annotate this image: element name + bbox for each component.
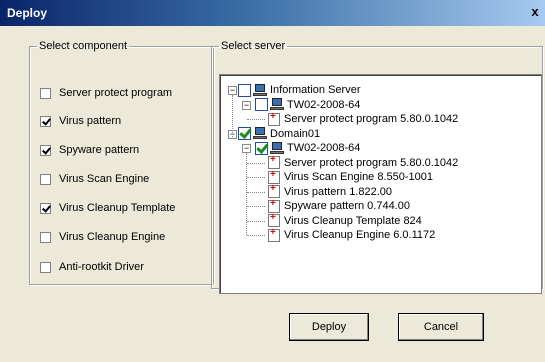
tree-collapse-icon[interactable]: − <box>228 86 237 95</box>
tree-group-node[interactable]: Domain01 <box>238 127 320 141</box>
component-item[interactable]: Server protect program <box>40 86 172 100</box>
component-file-icon <box>268 198 280 213</box>
server-tree[interactable]: − Information Server − TW02-2008-64 Server p… <box>219 74 542 294</box>
tree-checkbox[interactable] <box>238 83 251 97</box>
tree-checkbox[interactable] <box>255 98 268 111</box>
tree-component-node[interactable]: Spyware pattern 0.744.00 <box>268 198 410 213</box>
tree-connector <box>246 153 247 235</box>
component-checkbox[interactable] <box>40 261 51 273</box>
tree-component-node[interactable]: Server protect program 5.80.0.1042 <box>268 111 459 126</box>
component-label: Anti-rootkit Driver <box>59 261 144 273</box>
component-label: Virus pattern <box>59 115 122 127</box>
select-server-group: Select server − Information Server − TW02-2… <box>211 40 543 294</box>
server-group-icon <box>253 83 267 97</box>
tree-collapse-icon[interactable]: − <box>242 100 251 110</box>
tree-node-label: TW02-2008-64 <box>287 142 361 154</box>
tree-node-label: Virus Cleanup Engine 6.0.1172 <box>284 229 436 241</box>
component-checkbox[interactable] <box>40 144 51 156</box>
tree-node-label: TW02-2008-64 <box>287 98 361 111</box>
computer-icon <box>270 141 284 155</box>
tree-server-node[interactable]: TW02-2008-64 <box>255 98 360 112</box>
select-component-legend: Select component <box>39 40 128 52</box>
tree-node-label: Virus Cleanup Template 824 <box>284 214 422 227</box>
component-label: Virus Cleanup Template <box>59 202 176 214</box>
component-checkbox[interactable] <box>40 231 51 243</box>
tree-component-node[interactable]: Server protect program 5.80.0.1042 <box>268 154 459 170</box>
tree-connector <box>247 235 265 236</box>
tree-connector <box>247 206 265 207</box>
cancel-button[interactable]: Cancel <box>398 313 484 341</box>
tree-node-label: Virus pattern 1.822.00 <box>284 185 393 198</box>
component-checkbox[interactable] <box>40 87 51 99</box>
tree-connector <box>247 220 265 222</box>
tree-server-node[interactable]: TW02-2008-64 <box>255 141 360 155</box>
tree-component-node[interactable]: Virus pattern 1.822.00 <box>268 183 393 199</box>
tree-node-label: Server protect program 5.80.0.1042 <box>284 156 459 169</box>
tree-node-label: Server protect program 5.80.0.1042 <box>284 113 459 125</box>
tree-node-label: Information Server <box>270 84 361 96</box>
component-file-icon <box>268 227 280 242</box>
tree-connector <box>247 177 265 178</box>
select-server-legend: Select server <box>221 40 286 52</box>
tree-component-node[interactable]: Virus Cleanup Template 824 <box>268 212 422 228</box>
component-item[interactable]: Virus Scan Engine <box>40 172 149 186</box>
tree-collapse-icon[interactable]: − <box>242 144 251 153</box>
tree-node-label: Spyware pattern 0.744.00 <box>284 200 410 212</box>
deploy-button[interactable]: Deploy <box>289 313 369 341</box>
component-checkbox[interactable] <box>40 115 51 127</box>
component-checkbox[interactable] <box>40 173 51 185</box>
tree-checkbox[interactable] <box>238 127 251 140</box>
component-label: Virus Cleanup Engine <box>59 231 166 243</box>
component-item[interactable]: Spyware pattern <box>40 143 139 157</box>
component-file-icon <box>268 154 280 169</box>
title-bar[interactable]: Deploy x <box>0 0 545 26</box>
component-file-icon <box>268 169 280 184</box>
close-icon[interactable]: x <box>528 5 542 19</box>
component-checkbox[interactable] <box>40 202 51 214</box>
tree-connector <box>232 95 233 139</box>
component-file-icon <box>268 183 280 198</box>
tree-group-node[interactable]: Information Server <box>238 83 360 97</box>
tree-node-label: Virus Scan Engine 8.550-1001 <box>284 171 434 183</box>
component-item[interactable]: Virus pattern <box>40 114 121 128</box>
computer-icon <box>270 98 284 111</box>
component-file-icon <box>268 212 280 227</box>
component-item[interactable]: Anti-rootkit Driver <box>40 260 144 274</box>
tree-checkbox[interactable] <box>255 141 268 155</box>
server-group-icon <box>253 127 267 140</box>
tree-node-label: Domain01 <box>270 127 321 140</box>
component-item[interactable]: Virus Cleanup Template <box>40 201 175 215</box>
component-file-icon <box>268 111 280 126</box>
tree-component-node[interactable]: Virus Cleanup Engine 6.0.1172 <box>268 227 436 242</box>
component-label: Spyware pattern <box>59 144 140 156</box>
tree-component-node[interactable]: Virus Scan Engine 8.550-1001 <box>268 169 434 184</box>
component-label: Virus Scan Engine <box>59 173 150 185</box>
component-item[interactable]: Virus Cleanup Engine <box>40 230 165 244</box>
tree-connector <box>247 162 265 164</box>
tree-connector <box>247 119 265 120</box>
select-component-group: Select component Server protect program V… <box>29 40 214 285</box>
deploy-dialog: Deploy x Select component Server protect… <box>0 0 545 362</box>
tree-connector <box>247 191 265 193</box>
window-title: Deploy <box>7 6 48 20</box>
component-label: Server protect program <box>59 87 173 99</box>
